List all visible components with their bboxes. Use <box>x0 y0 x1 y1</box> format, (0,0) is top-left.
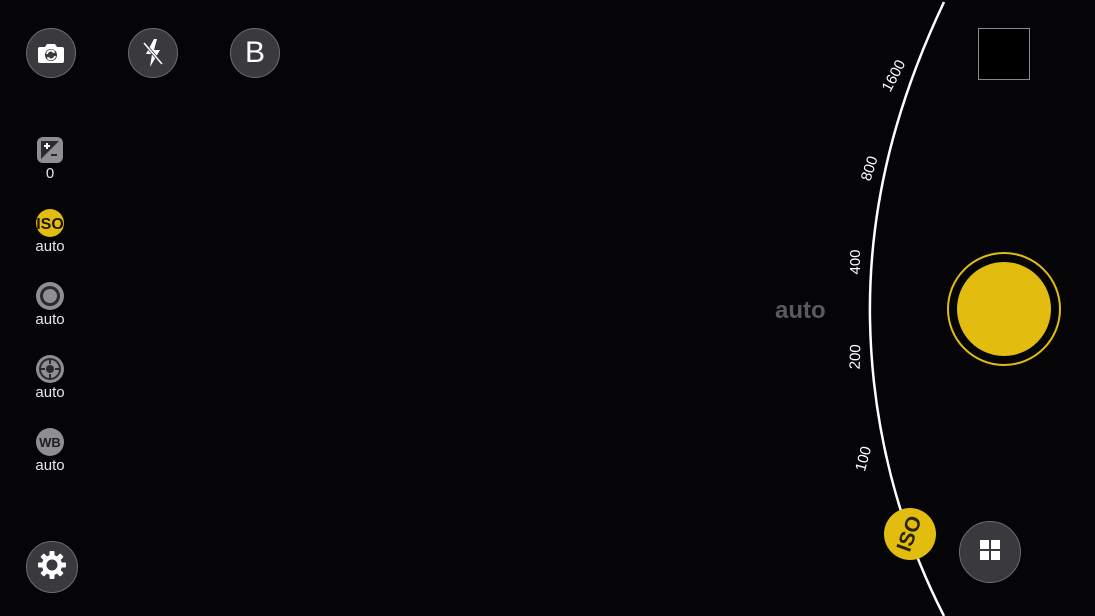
exposure-setting[interactable]: 0 <box>25 135 75 183</box>
wb-icon: WB <box>35 427 65 457</box>
iso-knob-label: ISO <box>892 512 927 555</box>
iso-icon-text: ISO <box>36 216 64 233</box>
metering-setting[interactable]: auto <box>25 354 75 402</box>
white-balance-value: auto <box>35 457 65 474</box>
beauty-mode-button[interactable]: B <box>230 28 280 78</box>
white-balance-setting[interactable]: WB auto <box>25 427 75 475</box>
settings-button[interactable] <box>26 541 78 593</box>
focus-setting[interactable]: auto <box>25 281 75 329</box>
gallery-thumbnail[interactable] <box>978 28 1030 80</box>
gear-icon <box>36 549 68 586</box>
mode-button[interactable] <box>959 521 1021 583</box>
camera-switch-icon <box>37 41 65 65</box>
focus-icon <box>35 281 65 311</box>
exposure-icon <box>35 135 65 165</box>
flash-off-icon <box>140 37 166 69</box>
exposure-value: 0 <box>45 165 55 182</box>
switch-camera-button[interactable] <box>26 28 76 78</box>
grid-icon <box>978 538 1002 567</box>
shutter-button-inner[interactable] <box>957 262 1051 356</box>
focus-value: auto <box>35 311 65 328</box>
shutter-button[interactable] <box>947 252 1061 366</box>
iso-current-value: auto <box>775 297 826 324</box>
flash-button[interactable] <box>128 28 178 78</box>
metering-icon <box>35 354 65 384</box>
iso-dial-knob[interactable]: ISO <box>884 508 936 560</box>
iso-icon: ISO <box>35 208 65 238</box>
wb-icon-text: WB <box>39 435 61 450</box>
metering-value: auto <box>35 384 65 401</box>
iso-value: auto <box>35 238 65 255</box>
beauty-mode-label: B <box>244 36 265 69</box>
iso-setting[interactable]: ISO auto <box>25 208 75 256</box>
